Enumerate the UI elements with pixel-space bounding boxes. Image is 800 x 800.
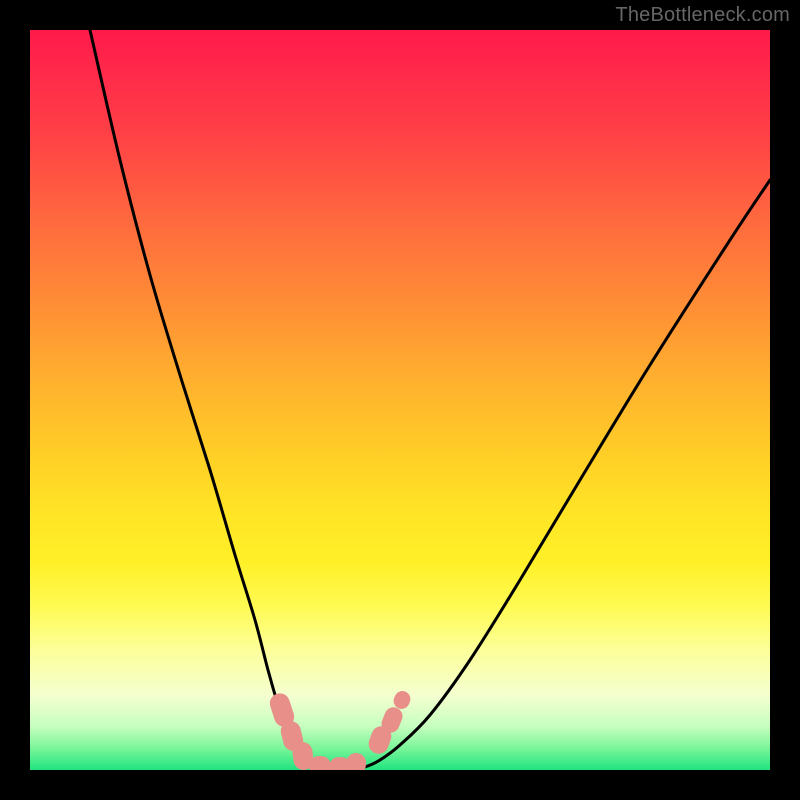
marker (345, 752, 368, 770)
bottom-cluster (267, 689, 413, 770)
curve-layer (30, 30, 770, 770)
watermark-text: TheBottleneck.com (615, 4, 790, 27)
bottleneck-curve-path (90, 30, 770, 770)
bottleneck-curve (90, 30, 770, 770)
chart-stage: TheBottleneck.com (0, 0, 800, 800)
plot-area (30, 30, 770, 770)
